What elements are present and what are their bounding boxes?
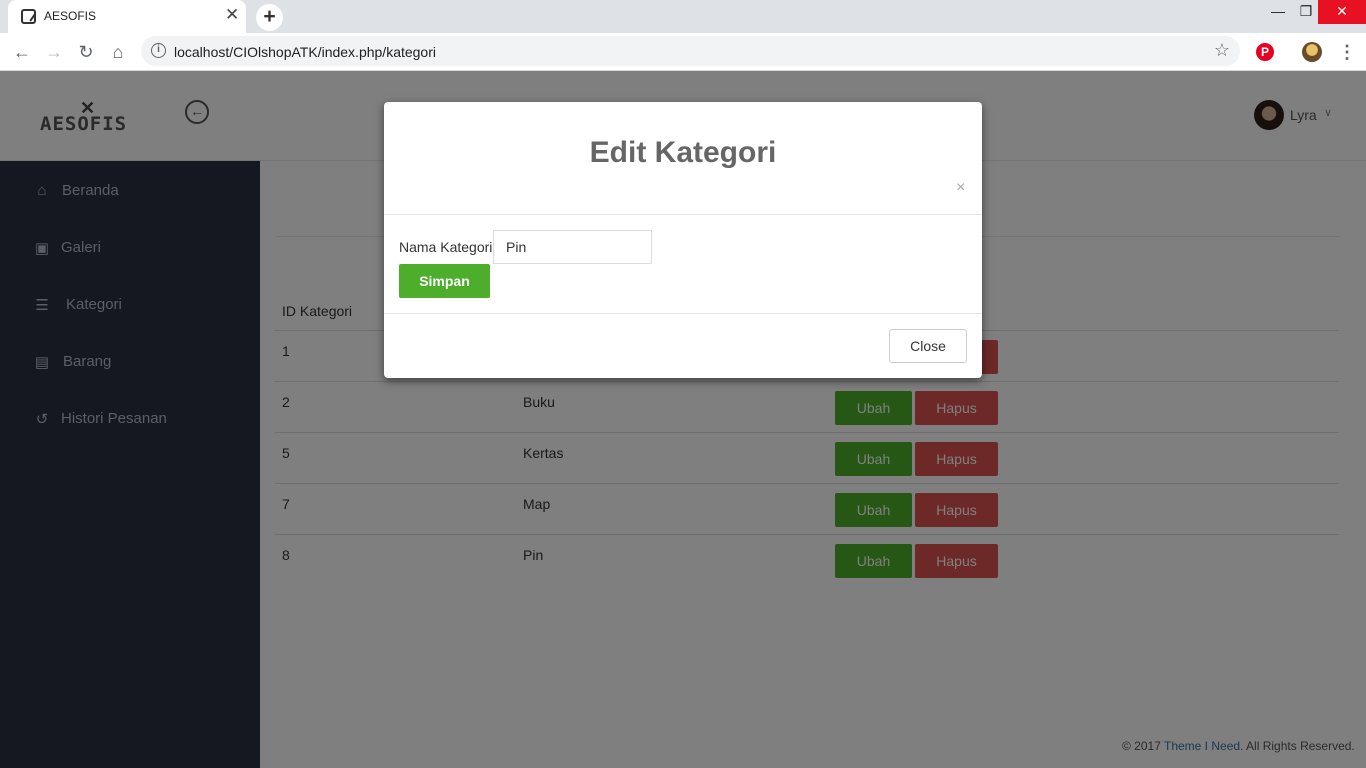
favicon-icon [21, 9, 36, 24]
bookmark-star-icon[interactable]: ☆ [1214, 40, 1230, 61]
home-icon[interactable]: ⌂ [106, 40, 130, 64]
simpan-button[interactable]: Simpan [399, 264, 490, 298]
browser-menu-icon[interactable]: ⋮ [1338, 41, 1356, 63]
close-icon[interactable]: × [956, 180, 965, 196]
window-minimize-button[interactable]: — [1264, 0, 1292, 24]
window-restore-button[interactable]: ❐ [1292, 0, 1320, 24]
info-icon[interactable]: i [151, 43, 166, 58]
new-tab-button[interactable]: + [256, 4, 283, 31]
address-url[interactable]: localhost/CIOlshopATK/index.php/kategori [174, 44, 436, 60]
reload-icon[interactable]: ↻ [74, 40, 98, 64]
back-arrow-icon[interactable]: ← [10, 40, 34, 64]
browser-toolbar: ← → ↻ ⌂ i localhost/CIOlshopATK/index.ph… [0, 33, 1366, 71]
modal-header: Edit Kategori × [384, 102, 982, 215]
tab-close-icon[interactable]: ✕ [225, 6, 239, 23]
forward-arrow-icon[interactable]: → [42, 40, 66, 64]
pinterest-extension-icon[interactable]: P [1256, 43, 1274, 61]
nama-kategori-label: Nama Kategori [399, 239, 493, 255]
close-button[interactable]: Close [889, 329, 967, 363]
nama-kategori-input[interactable] [493, 230, 652, 264]
window-close-button[interactable]: ✕ [1318, 0, 1366, 24]
profile-avatar-icon[interactable] [1302, 42, 1322, 62]
browser-tab[interactable]: AESOFIS ✕ [8, 0, 246, 33]
address-bar[interactable]: i localhost/CIOlshopATK/index.php/katego… [141, 36, 1240, 66]
modal-body: Nama Kategori Simpan [384, 215, 982, 314]
edit-kategori-modal: Edit Kategori × Nama Kategori Simpan Clo… [384, 102, 982, 378]
tab-title: AESOFIS [44, 9, 97, 23]
modal-title: Edit Kategori [589, 136, 777, 169]
browser-tab-bar: AESOFIS ✕ + — ❐ ✕ [0, 0, 1366, 33]
